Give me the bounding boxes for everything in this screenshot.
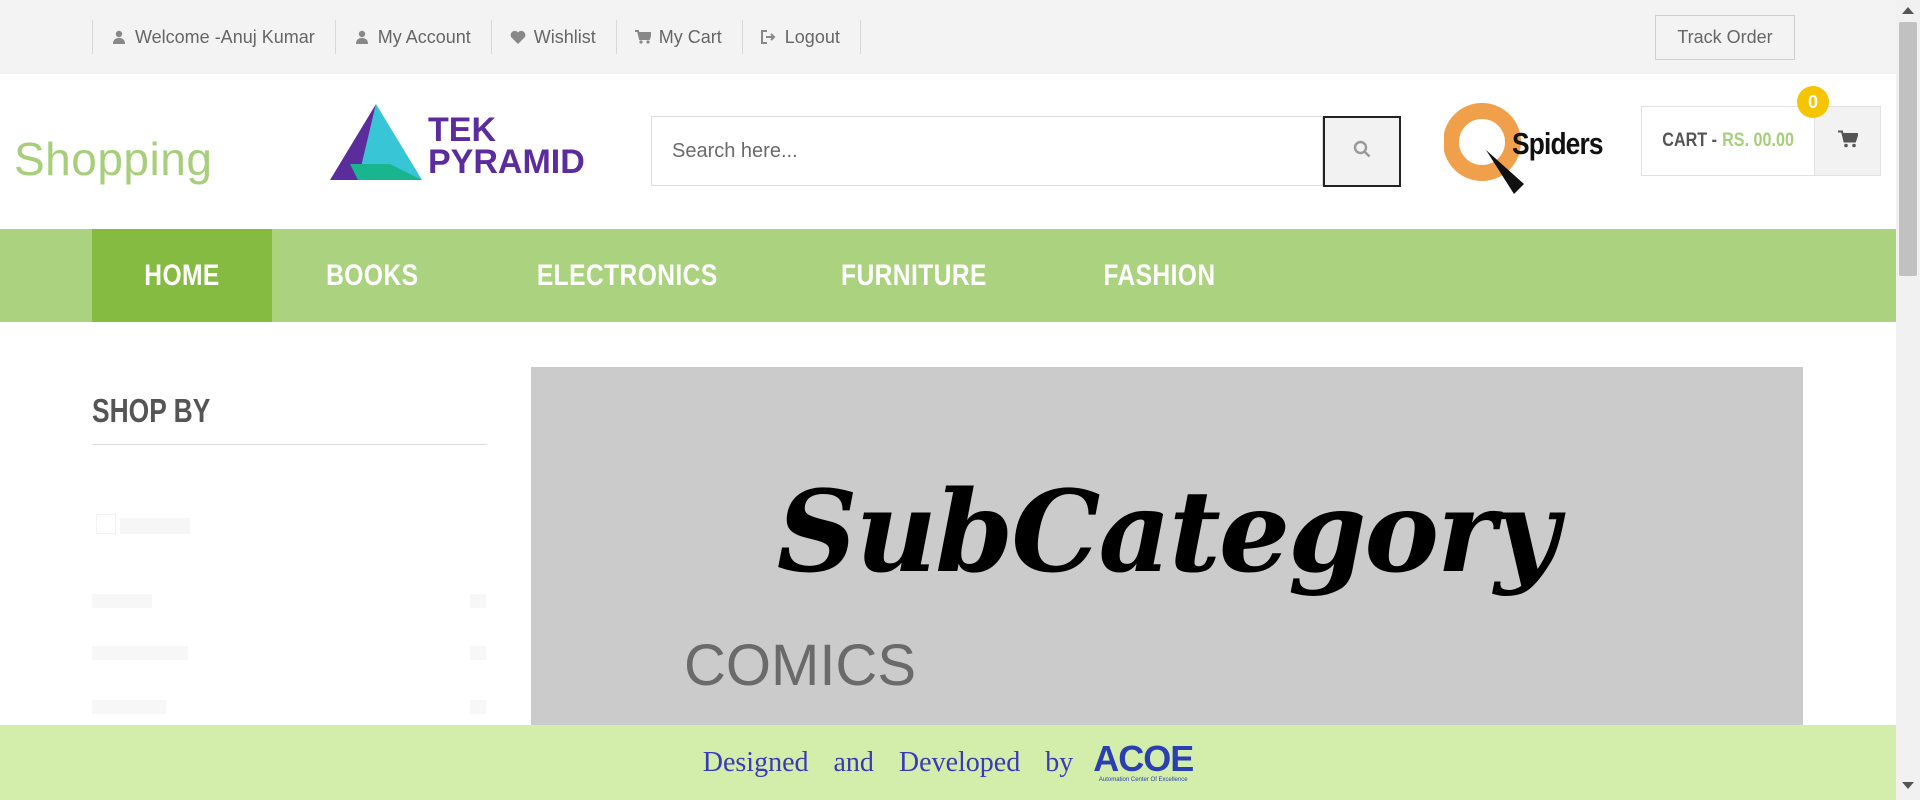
nav-items: HOME BOOKS ELECTRONICS FURNITURE FASHION <box>92 229 1272 322</box>
faded-category-box <box>96 514 116 534</box>
nav-label-fashion: FASHION <box>1103 258 1216 292</box>
site-brand[interactable]: Shopping <box>14 132 212 186</box>
search-icon <box>1353 140 1371 163</box>
footer-credit-text: Designed and Developed by <box>702 746 1074 778</box>
cart-icon <box>1837 130 1859 153</box>
nav-label-books: BOOKS <box>326 258 419 292</box>
heart-icon <box>510 29 526 45</box>
nav-item-books[interactable]: BOOKS <box>272 229 473 322</box>
logout-label: Logout <box>784 26 840 47</box>
user-icon <box>111 29 127 45</box>
main-nav: HOME BOOKS ELECTRONICS FURNITURE FASHION <box>0 229 1896 322</box>
nav-item-furniture[interactable]: FURNITURE <box>781 229 1047 322</box>
shop-by-divider <box>92 444 487 445</box>
nav-item-home[interactable]: HOME <box>92 229 272 322</box>
scroll-up-arrow-icon[interactable] <box>1902 7 1914 14</box>
pyramid-logo-icon <box>330 104 422 180</box>
faded-list-count <box>470 646 486 660</box>
nav-label-furniture: FURNITURE <box>841 258 987 292</box>
cart-icon-button[interactable] <box>1814 107 1880 175</box>
cart-amount: RS. 00.00 <box>1722 130 1794 151</box>
tek-logo-line1: TEK <box>428 111 496 149</box>
welcome-label: Welcome -Anuj Kumar <box>135 26 315 47</box>
my-cart-label: My Cart <box>658 26 722 47</box>
tek-logo-line2: PYRAMID <box>428 143 585 181</box>
tek-pyramid-logo[interactable]: TEK PYRAMID <box>330 100 595 184</box>
faded-list-count <box>470 700 486 714</box>
logout-link[interactable]: Logout <box>743 20 861 54</box>
search-button[interactable] <box>1323 116 1401 187</box>
logout-icon <box>760 29 777 45</box>
subcategory-banner: SubCategory COMICS <box>531 367 1803 740</box>
nav-label-electronics: ELECTRONICS <box>536 258 718 292</box>
my-cart-link[interactable]: My Cart <box>617 20 743 54</box>
nav-label-home: HOME <box>144 258 220 292</box>
faded-list-item <box>92 646 188 660</box>
user-icon <box>354 29 370 45</box>
cart-count-badge: 0 <box>1797 86 1829 118</box>
scroll-thumb[interactable] <box>1899 22 1917 276</box>
faded-list-item <box>92 700 166 714</box>
my-account-label: My Account <box>377 26 471 47</box>
acoe-logo-subtext: Automation Center Of Excellence <box>1098 776 1188 783</box>
search-bar <box>651 116 1401 187</box>
subcategory-name: COMICS <box>684 633 916 698</box>
tek-logo-text: TEK PYRAMID <box>428 111 585 181</box>
banner-title: SubCategory <box>776 467 1559 598</box>
header-cart[interactable]: CART - RS. 00.00 <box>1641 106 1881 176</box>
footer-bar: Designed and Developed by ACOE Automatio… <box>0 725 1896 800</box>
cart-label: CART - <box>1662 130 1718 151</box>
faded-list-count <box>470 594 486 608</box>
cart-summary: CART - RS. 00.00 <box>1655 107 1801 175</box>
my-account-link[interactable]: My Account <box>336 20 492 54</box>
acoe-logo[interactable]: ACOE Automation Center Of Excellence <box>1093 737 1194 784</box>
wishlist-link[interactable]: Wishlist <box>492 20 617 54</box>
cart-icon <box>634 29 651 45</box>
faded-list-item <box>92 594 152 608</box>
top-links: Welcome -Anuj Kumar My Account Wishlist … <box>92 20 861 54</box>
track-order-button[interactable]: Track Order <box>1655 15 1795 60</box>
faded-category-text <box>120 518 190 534</box>
top-bar: Welcome -Anuj Kumar My Account Wishlist … <box>0 0 1896 74</box>
acoe-logo-text: ACOE <box>1093 737 1194 779</box>
wishlist-label: Wishlist <box>533 26 596 47</box>
scroll-down-arrow-icon[interactable] <box>1902 782 1914 789</box>
page-scrollbar[interactable] <box>1896 0 1920 800</box>
nav-item-electronics[interactable]: ELECTRONICS <box>473 229 782 322</box>
nav-item-fashion[interactable]: FASHION <box>1047 229 1272 322</box>
welcome-link[interactable]: Welcome -Anuj Kumar <box>93 20 336 54</box>
shop-by-heading: SHOP BY <box>92 392 211 429</box>
qspiders-logo-text: Spiders <box>1512 126 1604 161</box>
qspiders-logo[interactable]: Spiders <box>1444 102 1604 197</box>
search-input[interactable] <box>651 116 1323 186</box>
